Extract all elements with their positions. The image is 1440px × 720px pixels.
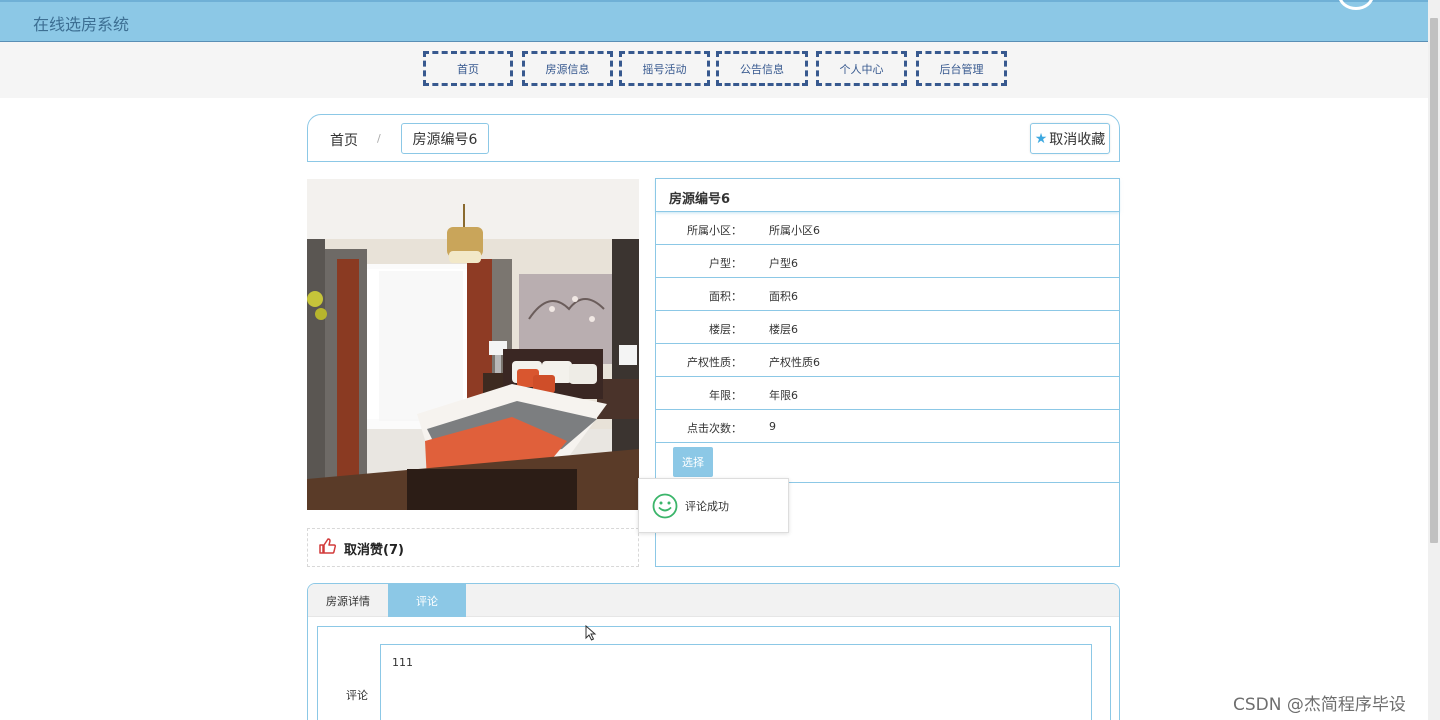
breadcrumb-home[interactable]: 首页 bbox=[330, 130, 358, 150]
nav-item-admin[interactable]: 后台管理 bbox=[916, 51, 1007, 86]
detail-value: 所属小区6 bbox=[769, 224, 820, 237]
detail-tabs: 房源详情 评论 评论 111 bbox=[307, 583, 1120, 720]
nav-item-notices[interactable]: 公告信息 bbox=[716, 51, 808, 86]
detail-value: 面积6 bbox=[769, 290, 798, 303]
thumbs-up-icon bbox=[319, 538, 336, 554]
success-toast: 评论成功 bbox=[638, 478, 789, 533]
detail-key: 楼层： bbox=[709, 323, 742, 336]
detail-row: 年限： 年限6 bbox=[656, 377, 1119, 410]
nav-item-listings[interactable]: 房源信息 bbox=[522, 51, 613, 86]
breadcrumb: 首页 / 房源编号6 ★ 取消收藏 bbox=[307, 114, 1120, 162]
breadcrumb-current: 房源编号6 bbox=[401, 123, 489, 154]
detail-row: 户型： 户型6 bbox=[656, 245, 1119, 278]
detail-key: 面积： bbox=[709, 290, 742, 303]
detail-value: 年限6 bbox=[769, 389, 798, 402]
details-title: 房源编号6 bbox=[656, 179, 1119, 212]
main-nav: 首页 房源信息 摇号活动 公告信息 个人中心 后台管理 bbox=[0, 42, 1428, 98]
avatar[interactable] bbox=[1338, 0, 1374, 10]
detail-row: 产权性质： 产权性质6 bbox=[656, 344, 1119, 377]
star-icon: ★ bbox=[1034, 130, 1048, 147]
smile-icon bbox=[652, 493, 678, 519]
toast-message: 评论成功 bbox=[685, 500, 729, 513]
comment-label: 评论 bbox=[346, 689, 368, 702]
comment-form: 评论 111 bbox=[317, 626, 1111, 720]
detail-key: 户型： bbox=[709, 257, 742, 270]
detail-key: 年限： bbox=[709, 389, 742, 402]
nav-item-home[interactable]: 首页 bbox=[423, 51, 513, 86]
bedroom-photo-illustration bbox=[307, 179, 639, 510]
detail-row: 楼层： 楼层6 bbox=[656, 311, 1119, 344]
breadcrumb-separator: / bbox=[377, 132, 381, 145]
detail-key: 点击次数： bbox=[687, 422, 742, 435]
detail-value: 产权性质6 bbox=[769, 356, 820, 369]
tab-bar: 房源详情 评论 bbox=[308, 584, 1119, 617]
select-button[interactable]: 选择 bbox=[673, 447, 713, 477]
detail-row: 面积： 面积6 bbox=[656, 278, 1119, 311]
detail-row: 所属小区： 所属小区6 bbox=[656, 212, 1119, 245]
watermark: CSDN @杰简程序毕设 bbox=[1233, 695, 1406, 715]
unfavorite-label: 取消收藏 bbox=[1049, 131, 1106, 148]
detail-key: 所属小区： bbox=[687, 224, 742, 237]
site-title: 在线选房系统 bbox=[33, 15, 130, 34]
page-scrollbar[interactable] bbox=[1428, 0, 1440, 720]
comment-input[interactable]: 111 bbox=[380, 644, 1092, 720]
detail-value: 户型6 bbox=[769, 257, 798, 270]
mouse-cursor-icon bbox=[585, 625, 597, 641]
detail-key: 产权性质： bbox=[687, 356, 742, 369]
unfavorite-button[interactable]: ★ 取消收藏 bbox=[1030, 123, 1110, 154]
select-row: 选择 bbox=[656, 443, 1119, 483]
tab-comments[interactable]: 评论 bbox=[388, 584, 466, 617]
detail-value: 9 bbox=[769, 420, 776, 433]
nav-item-profile[interactable]: 个人中心 bbox=[816, 51, 907, 86]
like-toggle[interactable]: 取消赞(7) bbox=[307, 528, 639, 567]
detail-value: 楼层6 bbox=[769, 323, 798, 336]
tab-house-details[interactable]: 房源详情 bbox=[308, 584, 388, 617]
detail-row: 点击次数： 9 bbox=[656, 410, 1119, 443]
scrollbar-thumb[interactable] bbox=[1430, 18, 1438, 543]
listing-photo[interactable] bbox=[307, 179, 639, 510]
like-label: 取消赞(7) bbox=[344, 543, 404, 558]
top-header: 在线选房系统 bbox=[0, 0, 1428, 42]
nav-item-lottery[interactable]: 摇号活动 bbox=[619, 51, 710, 86]
